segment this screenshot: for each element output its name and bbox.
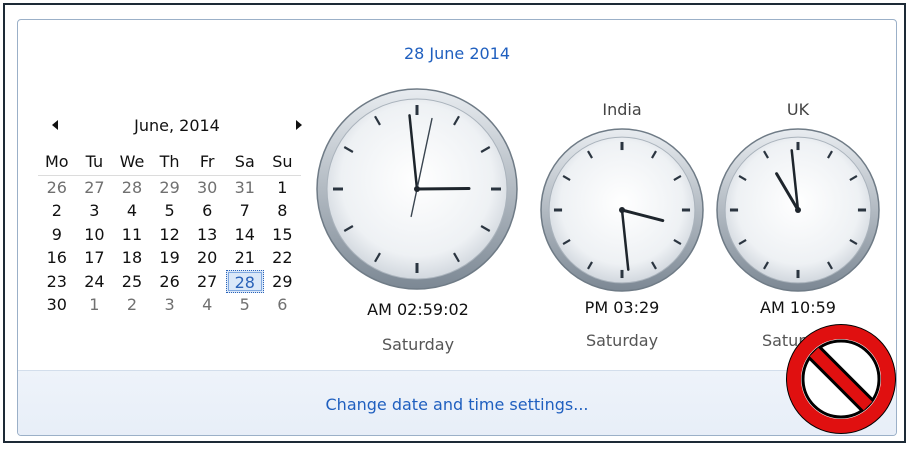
calendar-day[interactable]: 4 (188, 293, 226, 317)
weekday-header: Fr (188, 152, 226, 176)
calendar-day[interactable]: 30 (38, 293, 76, 317)
calendar-day[interactable]: 29 (264, 270, 302, 294)
calendar-day-today[interactable]: 28 (225, 269, 264, 293)
clock-india-time: PM 03:29 (584, 298, 660, 317)
calendar-day[interactable]: 11 (113, 223, 151, 247)
chevron-right-icon[interactable] (296, 120, 302, 130)
weekday-header: We (113, 152, 151, 176)
calendar-day[interactable]: 12 (151, 223, 189, 247)
clock-hub (795, 207, 801, 213)
calendar-day[interactable]: 25 (113, 270, 151, 294)
calendar-day[interactable]: 15 (264, 223, 302, 247)
calendar-day[interactable]: 2 (38, 199, 76, 223)
clock-india-day: Saturday (585, 331, 659, 350)
clock-hub (414, 186, 420, 192)
calendar-header: June, 2014 (52, 116, 302, 140)
clock-hub (619, 207, 625, 213)
calendar-day[interactable]: 28 (113, 176, 151, 200)
calendar-day[interactable]: 30 (188, 176, 226, 200)
flyout-footer: Change date and time settings... (18, 370, 896, 435)
clock-uk-label: UK (786, 100, 810, 119)
calendar-day[interactable]: 5 (151, 199, 189, 223)
weekday-header: Mo (38, 152, 76, 176)
weekday-header: Su (263, 152, 302, 176)
calendar-day[interactable]: 16 (38, 246, 76, 270)
calendar-day[interactable]: 9 (38, 223, 76, 247)
clock-india (540, 128, 704, 292)
calendar-day[interactable]: 7 (226, 199, 264, 223)
calendar-day[interactable]: 6 (188, 199, 226, 223)
calendar-month-title[interactable]: June, 2014 (52, 116, 302, 135)
calendar-day[interactable]: 31 (226, 176, 264, 200)
calendar-day[interactable]: 13 (188, 223, 226, 247)
calendar-day[interactable]: 27 (76, 176, 114, 200)
clock-uk (716, 128, 880, 292)
calendar-day[interactable]: 26 (38, 176, 76, 200)
calendar-day[interactable]: 4 (113, 199, 151, 223)
calendar-day[interactable]: 10 (76, 223, 114, 247)
clock-uk-time: AM 10:59 (760, 298, 836, 317)
calendar-day[interactable]: 19 (151, 246, 189, 270)
calendar-day[interactable]: 18 (113, 246, 151, 270)
clock-india-label: India (602, 100, 642, 119)
calendar-day[interactable]: 21 (226, 246, 264, 270)
calendar-day[interactable]: 1 (76, 293, 114, 317)
calendar-day[interactable]: 29 (151, 176, 189, 200)
clock-local-time: AM 02:59:02 (367, 300, 469, 319)
calendar-day[interactable]: 8 (264, 199, 302, 223)
calendar-day[interactable]: 17 (76, 246, 114, 270)
calendar-day[interactable]: 3 (76, 199, 114, 223)
date-time-flyout: 28 June 2014 June, 2014 Mo Tu We Th Fr Sa Su 26… (17, 19, 897, 436)
calendar-day[interactable]: 14 (226, 223, 264, 247)
calendar-day[interactable]: 22 (264, 246, 302, 270)
calendar-day[interactable]: 27 (188, 270, 226, 294)
calendar-day[interactable]: 24 (76, 270, 114, 294)
calendar-day[interactable]: 6 (264, 293, 302, 317)
calendar-day[interactable]: 5 (226, 293, 264, 317)
clock-local (316, 88, 518, 290)
weekday-header: Th (150, 152, 189, 176)
current-date-link[interactable]: 28 June 2014 (18, 44, 896, 63)
weekday-header: Tu (75, 152, 114, 176)
calendar-day[interactable]: 20 (188, 246, 226, 270)
window-frame: 28 June 2014 June, 2014 Mo Tu We Th Fr Sa Su 26… (3, 3, 906, 443)
calendar-day[interactable]: 3 (151, 293, 189, 317)
weekday-header: Sa (225, 152, 264, 176)
prohibited-icon (786, 324, 896, 434)
calendar-grid: Mo Tu We Th Fr Sa Su 26 27 28 29 30 31 1 2 3 4 5 6 7 8 9 10 11 1… (38, 152, 302, 317)
clock-local-day: Saturday (381, 335, 455, 354)
calendar-day[interactable]: 2 (113, 293, 151, 317)
calendar-day[interactable]: 26 (151, 270, 189, 294)
change-date-time-settings-link[interactable]: Change date and time settings... (18, 395, 896, 414)
calendar-day[interactable]: 1 (264, 176, 302, 200)
calendar-day[interactable]: 23 (38, 270, 76, 294)
